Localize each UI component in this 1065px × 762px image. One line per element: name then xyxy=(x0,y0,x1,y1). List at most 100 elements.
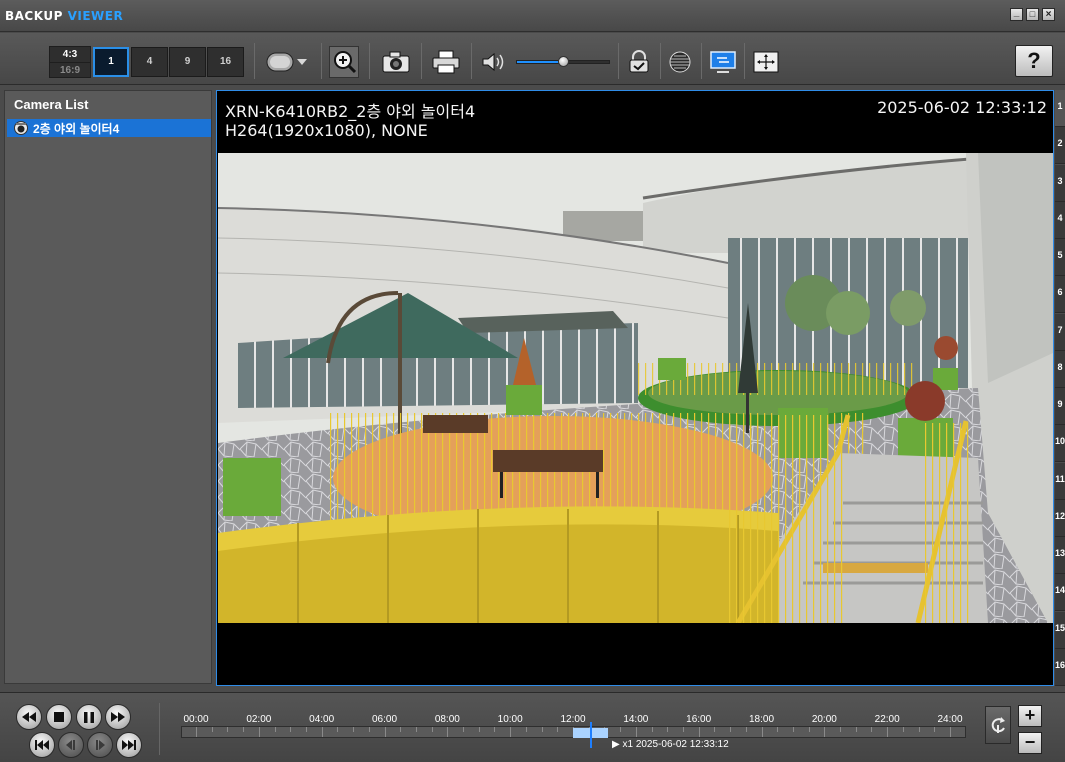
app-title-accent: VIEWER xyxy=(67,9,124,23)
verify-button[interactable] xyxy=(624,46,654,78)
timeline-label: 10:00 xyxy=(497,714,523,725)
channel-button-16[interactable]: 16 xyxy=(1055,648,1065,686)
mute-button[interactable] xyxy=(478,46,508,78)
timeline-tick xyxy=(840,727,842,732)
timeline-tick xyxy=(494,727,496,732)
ratio-4-3-option[interactable]: 4:3 xyxy=(50,47,90,62)
timeline-tick xyxy=(525,727,527,732)
print-icon xyxy=(432,50,460,74)
channel-button-6[interactable]: 6 xyxy=(1055,276,1065,314)
timeline-tick xyxy=(305,727,307,732)
timeline-label: 14:00 xyxy=(623,714,649,725)
timeline-zoom-in-button[interactable]: + xyxy=(1018,705,1042,727)
verify-icon xyxy=(629,50,649,73)
volume-knob[interactable] xyxy=(557,56,569,67)
help-button[interactable]: ? xyxy=(1015,45,1053,77)
video-viewport[interactable]: XRN-K6410RB2_2층 야외 놀이터4 H264(1920x1080),… xyxy=(216,90,1054,686)
camera-list-panel: Camera List 2층 야외 놀이터4 xyxy=(4,90,212,684)
title-bar: BACKUP VIEWER _ □ × xyxy=(0,0,1065,32)
channel-button-13[interactable]: 13 xyxy=(1055,537,1065,574)
timeline-tick xyxy=(290,727,292,732)
fast-forward-button[interactable] xyxy=(105,704,131,730)
close-button[interactable]: × xyxy=(1042,8,1055,21)
timeline-tick xyxy=(541,727,543,732)
timeline-tick xyxy=(777,727,779,732)
timeline-tick xyxy=(730,727,732,732)
pause-button[interactable] xyxy=(76,704,102,730)
window-controls: _ □ × xyxy=(1010,7,1055,21)
sync-button[interactable] xyxy=(985,706,1011,744)
channel-button-8[interactable]: 8 xyxy=(1055,350,1065,388)
fullscreen-button[interactable] xyxy=(750,46,782,78)
restore-icon: □ xyxy=(1029,9,1036,19)
timeline-tick xyxy=(415,727,417,732)
channel-strip: 1 2 3 4 5 6 7 8 9 10 11 12 13 14 15 16 xyxy=(1055,90,1065,686)
channel-button-12[interactable]: 12 xyxy=(1055,499,1065,537)
ratio-16-9-option[interactable]: 16:9 xyxy=(50,62,90,77)
toolbar-divider xyxy=(254,43,255,79)
split-9-button[interactable]: 9 xyxy=(169,47,206,77)
channel-button-11[interactable]: 11 xyxy=(1055,462,1065,500)
timeline-tick xyxy=(368,727,370,732)
display-button[interactable] xyxy=(708,46,738,78)
channel-button-3[interactable]: 3 xyxy=(1055,164,1065,202)
toolbar-divider xyxy=(701,43,702,79)
channel-button-14[interactable]: 14 xyxy=(1055,574,1065,612)
volume-fill xyxy=(517,61,564,63)
timeline-tick xyxy=(620,727,622,732)
rewind-button[interactable] xyxy=(16,704,42,730)
timeline-tick xyxy=(902,727,904,732)
channel-button-5[interactable]: 5 xyxy=(1055,239,1065,276)
minimize-button[interactable]: _ xyxy=(1010,7,1023,21)
camera-list-item[interactable]: 2층 야외 놀이터4 xyxy=(7,119,211,137)
volume-slider[interactable] xyxy=(516,56,610,67)
skip-start-button[interactable] xyxy=(29,732,55,758)
stop-button[interactable] xyxy=(46,704,72,730)
speaker-icon xyxy=(482,52,504,72)
channel-button-1[interactable]: 1 xyxy=(1055,90,1065,127)
snapshot-button[interactable] xyxy=(379,46,413,78)
timeline-tick xyxy=(431,727,433,732)
timeline-zoom-out-button[interactable]: − xyxy=(1018,732,1042,754)
record-icon xyxy=(266,52,294,72)
aspect-ratio-toggle[interactable]: 4:3 16:9 xyxy=(49,46,91,78)
channel-button-2[interactable]: 2 xyxy=(1055,127,1065,165)
toolbar: 4:3 16:9 1 4 9 16 ? xyxy=(0,33,1065,85)
zoom-button[interactable] xyxy=(329,46,359,78)
step-back-button[interactable] xyxy=(58,732,84,758)
skip-end-button[interactable] xyxy=(116,732,142,758)
channel-button-10[interactable]: 10 xyxy=(1055,425,1065,463)
timeline-cursor[interactable] xyxy=(590,722,593,748)
toolbar-divider xyxy=(618,43,619,79)
channel-button-15[interactable]: 15 xyxy=(1055,611,1065,649)
print-button[interactable] xyxy=(429,46,463,78)
timeline-tick xyxy=(274,727,276,732)
step-forward-button[interactable] xyxy=(87,732,113,758)
timeline-tick xyxy=(337,727,339,732)
timeline-tick xyxy=(808,727,810,732)
timeline-tick xyxy=(400,727,402,732)
restore-button[interactable]: □ xyxy=(1026,8,1039,21)
toolbar-divider xyxy=(421,43,422,79)
timeline-label: 22:00 xyxy=(874,714,900,725)
skip-end-icon xyxy=(122,740,136,750)
toolbar-divider xyxy=(660,43,661,79)
channel-button-4[interactable]: 4 xyxy=(1055,201,1065,239)
timeline-label: 20:00 xyxy=(811,714,837,725)
timeline-label: 12:00 xyxy=(560,714,586,725)
record-menu-button[interactable] xyxy=(262,46,312,78)
channel-button-7[interactable]: 7 xyxy=(1055,313,1065,351)
fast-forward-icon xyxy=(111,712,125,722)
split-16-button[interactable]: 16 xyxy=(207,47,244,77)
split-4-button[interactable]: 4 xyxy=(131,47,168,77)
view-mode-button[interactable] xyxy=(665,46,695,78)
step-forward-icon xyxy=(96,740,105,750)
monitor-icon xyxy=(710,51,736,73)
timeline-tick xyxy=(871,727,873,732)
timeline-label: 08:00 xyxy=(434,714,460,725)
timeline-tick xyxy=(243,727,245,732)
channel-button-9[interactable]: 9 xyxy=(1055,388,1065,425)
split-1-button[interactable]: 1 xyxy=(93,47,129,77)
timeline-tick xyxy=(950,727,951,737)
status-time: 2025-06-02 12:33:12 xyxy=(635,739,729,750)
